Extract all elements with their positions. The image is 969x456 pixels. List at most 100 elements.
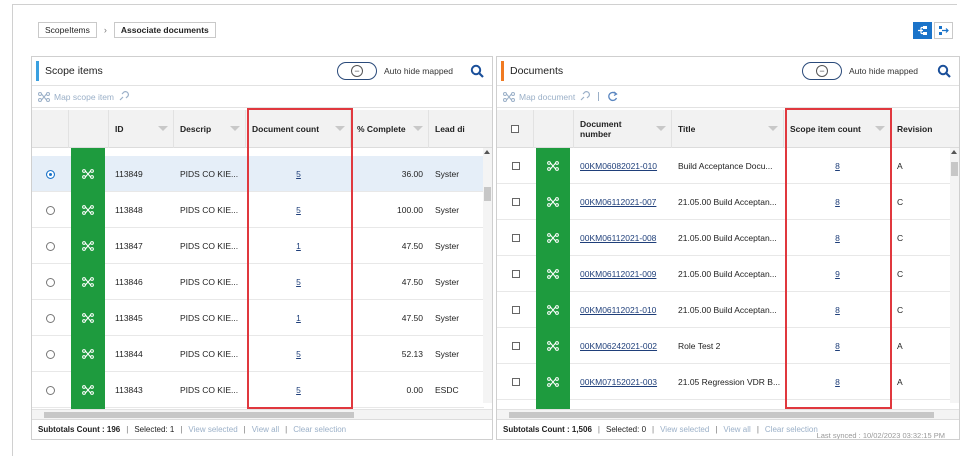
view-all-link[interactable]: View all (252, 425, 279, 434)
row-radio[interactable] (46, 205, 55, 215)
tree-view-button[interactable] (934, 22, 953, 39)
document-number-link[interactable]: 00KM06112021-010 (574, 292, 672, 328)
search-icon[interactable] (470, 64, 484, 78)
scroll-thumb[interactable] (484, 187, 491, 201)
descrip-cell: PIDS CO KIE... (180, 349, 239, 359)
row-radio[interactable] (46, 313, 55, 323)
descrip-cell: PIDS CO KIE... (180, 169, 239, 179)
lead-cell: Syster (435, 313, 460, 323)
map-scope-item-tile[interactable] (71, 228, 105, 264)
map-document-tile[interactable] (536, 292, 570, 328)
lead-cell: Syster (435, 241, 460, 251)
complete-cell: 47.50 (401, 241, 423, 251)
map-document-button[interactable]: Map document (519, 92, 575, 102)
map-document-tile[interactable] (536, 328, 570, 364)
filter-icon[interactable] (158, 126, 168, 131)
search-icon[interactable] (937, 64, 951, 78)
scroll-up-icon[interactable] (484, 150, 490, 154)
map-scope-item-tile[interactable] (71, 336, 105, 372)
row-radio[interactable] (46, 241, 55, 251)
map-icon (82, 241, 94, 251)
column-header-complete[interactable]: % Complete (351, 110, 429, 148)
row-checkbox[interactable] (511, 270, 520, 278)
filter-icon[interactable] (656, 126, 666, 131)
checkbox-cell (497, 328, 534, 364)
clear-selection-link[interactable]: Clear selection (765, 425, 818, 434)
horizontal-scrollbar[interactable] (497, 409, 959, 419)
checkbox-cell (497, 220, 534, 256)
split-view-button[interactable] (913, 22, 932, 39)
map-document-tile[interactable] (536, 364, 570, 400)
document-number-link[interactable]: 00KM06082021-010 (574, 148, 672, 184)
map-document-tile[interactable] (536, 256, 570, 292)
select-all-checkbox[interactable] (511, 125, 519, 133)
document-number-link[interactable]: 00KM06112021-008 (574, 220, 672, 256)
row-checkbox[interactable] (511, 378, 520, 386)
map-document-tile[interactable] (536, 148, 570, 184)
row-checkbox[interactable] (511, 234, 520, 242)
minus-circle-icon: − (351, 65, 363, 77)
map-document-tile[interactable] (536, 184, 570, 220)
map-scope-item-tile[interactable] (71, 264, 105, 300)
scope-items-footer: Subtotals Count : 196 | Selected: 1 | Vi… (32, 419, 492, 439)
column-header-document-number[interactable]: Document number (574, 110, 672, 148)
row-radio[interactable] (46, 385, 55, 395)
divider: | (285, 425, 288, 434)
filter-icon[interactable] (230, 126, 240, 131)
scroll-thumb[interactable] (44, 412, 354, 418)
map-icon (547, 269, 559, 279)
complete-cell: 52.13 (401, 349, 423, 359)
row-checkbox[interactable] (511, 162, 520, 170)
auto-hide-toggle[interactable]: − (337, 62, 377, 80)
lead-cell: Syster (435, 169, 460, 179)
complete-cell: 47.50 (401, 277, 423, 287)
vertical-scrollbar[interactable] (483, 148, 492, 403)
document-number-link[interactable]: 00KM07152021-003 (574, 364, 672, 400)
row-radio[interactable] (46, 349, 55, 359)
clear-selection-link[interactable]: Clear selection (293, 425, 346, 434)
row-checkbox[interactable] (511, 342, 520, 350)
column-header-revision[interactable]: Revision (891, 110, 946, 148)
filter-icon[interactable] (768, 126, 778, 131)
divider: | (126, 425, 129, 434)
map-document-tile[interactable] (536, 220, 570, 256)
view-selected-link[interactable]: View selected (188, 425, 237, 434)
scroll-thumb[interactable] (951, 162, 958, 176)
row-radio[interactable] (46, 169, 55, 179)
column-header-descrip[interactable]: Descrip (174, 110, 246, 148)
scroll-thumb[interactable] (509, 412, 934, 418)
row-checkbox[interactable] (511, 198, 520, 206)
map-scope-item-tile[interactable] (71, 192, 105, 228)
document-number-link[interactable]: 00KM06112021-007 (574, 184, 672, 220)
map-scope-item-tile[interactable] (71, 156, 105, 192)
vertical-scrollbar[interactable] (950, 148, 959, 403)
last-synced: Last synced : 10/02/2023 03:32:15 PM (816, 431, 945, 439)
row-radio[interactable] (46, 277, 55, 287)
column-header-title[interactable]: Title (672, 110, 784, 148)
unlink-icon[interactable] (579, 91, 591, 102)
map-scope-item-button[interactable]: Map scope item (54, 92, 114, 102)
highlight-document-count (247, 108, 353, 409)
breadcrumb-scopeitems[interactable]: ScopeItems (38, 22, 97, 38)
document-number-link[interactable]: 00KM06112021-009 (574, 256, 672, 292)
document-number-link[interactable]: 00KM06242021-002 (574, 328, 672, 364)
column-header-lead[interactable]: Lead di (429, 110, 484, 148)
row-checkbox[interactable] (511, 306, 520, 314)
filter-icon[interactable] (413, 126, 423, 131)
column-header-id[interactable]: ID (109, 110, 174, 148)
unlink-icon[interactable] (118, 91, 129, 102)
map-icon (547, 233, 559, 243)
horizontal-scrollbar[interactable] (32, 409, 492, 419)
refresh-icon[interactable] (607, 91, 618, 102)
minus-circle-icon: − (816, 65, 828, 77)
scope-items-panel: Scope items − Auto hide mapped Map scope… (31, 56, 493, 440)
map-scope-item-tile[interactable] (71, 372, 105, 408)
map-scope-item-tile[interactable] (71, 300, 105, 336)
auto-hide-label: Auto hide mapped (849, 66, 918, 76)
map-tile-partial (71, 148, 105, 156)
view-selected-link[interactable]: View selected (660, 425, 709, 434)
scroll-up-icon[interactable] (951, 150, 957, 154)
lead-cell: ESDC (435, 385, 459, 395)
view-all-link[interactable]: View all (723, 425, 750, 434)
auto-hide-toggle[interactable]: − (802, 62, 842, 80)
